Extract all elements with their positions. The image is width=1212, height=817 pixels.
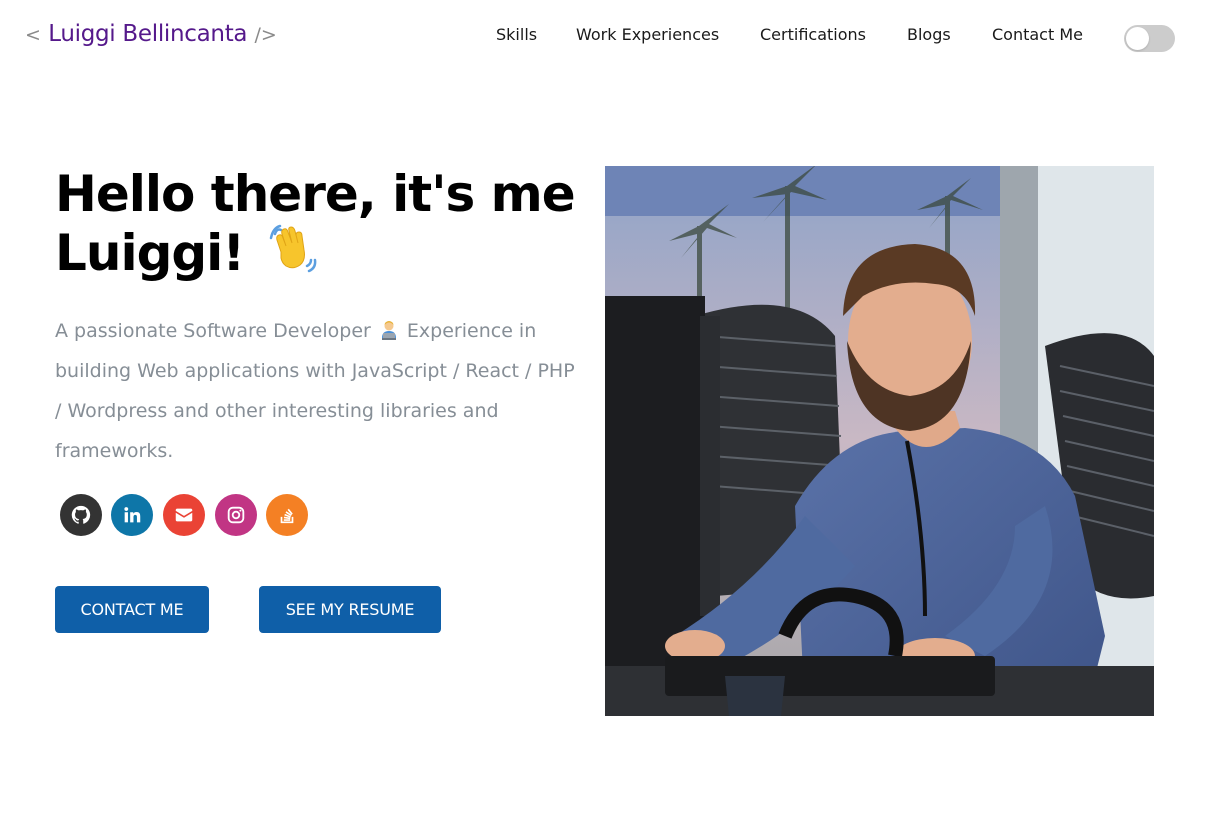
- hero-greeting: Hello there, it's me Luiggi!: [55, 166, 595, 281]
- nav-work-experiences[interactable]: Work Experiences: [576, 23, 719, 47]
- nav-blogs[interactable]: Blogs: [907, 23, 951, 47]
- nav-contact-me[interactable]: Contact Me: [992, 23, 1083, 47]
- developer-photo: [605, 166, 1154, 716]
- email-icon[interactable]: [163, 494, 205, 536]
- page: < Luiggi Bellincanta /> Skills Work Expe…: [0, 0, 1212, 817]
- contact-me-button[interactable]: CONTACT ME: [55, 586, 209, 633]
- linkedin-icon[interactable]: [111, 494, 153, 536]
- hero-subtitle: A passionate Software Developer Experien…: [55, 311, 585, 471]
- see-resume-button[interactable]: SEE MY RESUME: [259, 586, 441, 633]
- waving-hand-icon: [267, 222, 319, 274]
- github-icon[interactable]: [60, 494, 102, 536]
- instagram-icon[interactable]: [215, 494, 257, 536]
- stack-overflow-icon[interactable]: [266, 494, 308, 536]
- greeting-line1: Hello there, it's me: [55, 165, 576, 223]
- subtitle-part1: A passionate Software Developer: [55, 320, 371, 342]
- greeting-line2: Luiggi!: [55, 224, 245, 282]
- toggle-knob: [1126, 27, 1149, 50]
- nav-skills[interactable]: Skills: [496, 23, 537, 47]
- theme-toggle[interactable]: [1124, 25, 1175, 52]
- main-nav: Skills Work Experiences Certifications B…: [0, 23, 1212, 49]
- nav-certifications[interactable]: Certifications: [760, 23, 866, 47]
- technologist-icon: [379, 314, 399, 340]
